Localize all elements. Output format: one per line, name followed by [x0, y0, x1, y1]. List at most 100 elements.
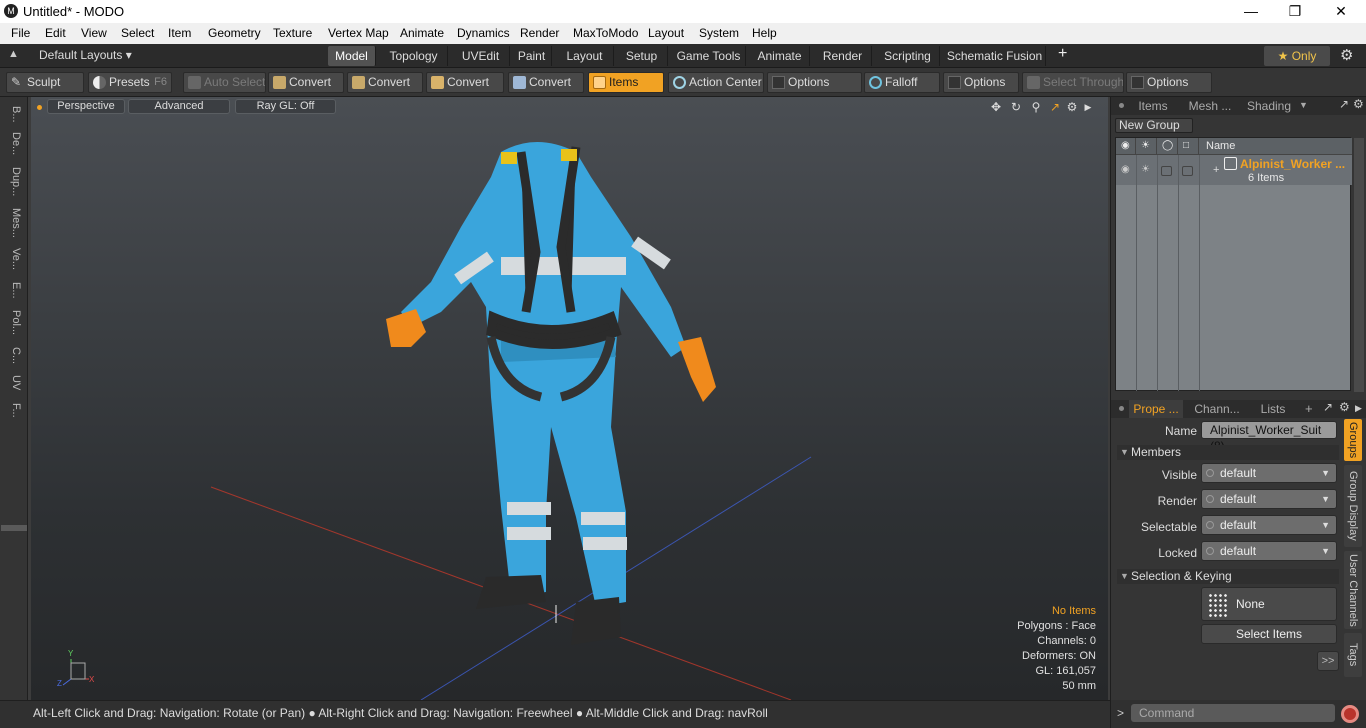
layout-settings-icon[interactable]: ⚙: [1340, 46, 1353, 64]
menu-dynamics[interactable]: Dynamics: [457, 26, 510, 40]
convert-materials-button[interactable]: Convert: [508, 72, 584, 93]
tab-items[interactable]: Items: [1129, 97, 1177, 115]
palette-tab-basic[interactable]: B...: [4, 101, 22, 127]
tab-setup[interactable]: Setup: [616, 46, 668, 66]
panel-maximize-icon[interactable]: ↗: [1339, 97, 1349, 111]
minimize-button[interactable]: —: [1228, 0, 1274, 23]
palette-tab-fusion[interactable]: F...: [4, 397, 22, 423]
panel-dropdown-icon[interactable]: ▼: [1299, 100, 1308, 110]
menu-select[interactable]: Select: [121, 26, 154, 40]
menu-system[interactable]: System: [699, 26, 739, 40]
sculpt-button[interactable]: ✎ Sculpt: [6, 72, 84, 93]
panel-settings-icon[interactable]: ⚙: [1353, 97, 1364, 111]
menu-geometry[interactable]: Geometry: [208, 26, 261, 40]
tab-uvedit[interactable]: UVEdit: [452, 46, 510, 66]
rotate-view-icon[interactable]: ↻: [1009, 100, 1023, 114]
tab-paint[interactable]: Paint: [512, 46, 552, 66]
menu-maxtomodo[interactable]: MaxToModo: [573, 26, 638, 40]
tab-model[interactable]: Model: [328, 46, 376, 66]
falloff-options-button[interactable]: Options: [943, 72, 1019, 93]
side-tab-group-display[interactable]: Group Display: [1344, 465, 1362, 547]
auto-select-button[interactable]: Auto Select: [183, 72, 266, 93]
render-toggle-icon[interactable]: ☀: [1136, 138, 1157, 155]
palette-tab-vertex[interactable]: Ve...: [4, 245, 22, 273]
item-expand-toggle[interactable]: +: [1213, 164, 1219, 176]
tab-game-tools[interactable]: Game Tools: [672, 46, 746, 66]
fit-view-icon[interactable]: ↗: [1048, 100, 1062, 114]
side-tab-tags[interactable]: Tags: [1344, 633, 1362, 677]
item-render-icon[interactable]: ☀: [1141, 164, 1150, 175]
menu-layout[interactable]: Layout: [648, 26, 684, 40]
record-macro-icon[interactable]: [1341, 705, 1359, 723]
group-name-field[interactable]: Alpinist_Worker_Suit (8): [1201, 421, 1337, 453]
groups-item-list[interactable]: ◉ ☀ ◯ □ Name ◉ ☀ + Alpinist_Worker ... 6…: [1115, 137, 1364, 392]
viewport-menu-dot-icon[interactable]: [37, 105, 42, 110]
palette-tab-curve[interactable]: C...: [4, 343, 22, 369]
side-tab-user-channels[interactable]: User Channels: [1344, 551, 1362, 629]
maximize-button[interactable]: ❐: [1272, 0, 1318, 23]
menu-item[interactable]: Item: [168, 26, 191, 40]
palette-tab-deform[interactable]: De...: [4, 129, 22, 159]
palette-tab-uv[interactable]: UV: [4, 373, 22, 393]
tab-shading[interactable]: Shading: [1241, 97, 1297, 115]
select-through-button[interactable]: Select Through: [1022, 72, 1124, 93]
side-tab-groups[interactable]: Groups: [1344, 419, 1362, 461]
panel-dot-icon[interactable]: [1119, 103, 1124, 108]
members-section[interactable]: ▼ Members: [1117, 445, 1339, 460]
palette-tab-duplicate[interactable]: Dup...: [4, 163, 22, 201]
menu-view[interactable]: View: [81, 26, 107, 40]
action-center-options-button[interactable]: Options: [767, 72, 862, 93]
item-lock-checkbox[interactable]: [1182, 166, 1193, 176]
selection-keying-section[interactable]: ▼ Selection & Keying: [1117, 569, 1339, 584]
selectable-toggle-icon[interactable]: ◯: [1157, 138, 1178, 155]
command-input[interactable]: Command: [1131, 704, 1335, 722]
menu-texture[interactable]: Texture: [273, 26, 312, 40]
convert-polygons-button[interactable]: Convert: [426, 72, 504, 93]
tab-schematic-fusion[interactable]: Schematic Fusion: [944, 46, 1046, 66]
group-item-name[interactable]: Alpinist_Worker ...: [1240, 157, 1345, 171]
move-view-icon[interactable]: ✥: [989, 100, 1003, 114]
visible-dropdown[interactable]: default ▼: [1201, 463, 1337, 483]
render-dropdown[interactable]: default ▼: [1201, 489, 1337, 509]
view-menu-icon[interactable]: ▶: [1081, 100, 1095, 114]
tab-layout[interactable]: Layout: [556, 46, 614, 66]
menu-animate[interactable]: Animate: [400, 26, 444, 40]
add-layout-tab-button[interactable]: +: [1058, 45, 1067, 63]
tab-topology[interactable]: Topology: [380, 46, 448, 66]
menu-vertex-map[interactable]: Vertex Map: [328, 26, 389, 40]
menu-render[interactable]: Render: [520, 26, 559, 40]
menu-help[interactable]: Help: [752, 26, 777, 40]
layout-collapse-icon[interactable]: ▲: [8, 48, 19, 60]
view-settings-icon[interactable]: ⚙: [1065, 100, 1079, 114]
new-group-button[interactable]: New Group: [1115, 118, 1193, 133]
item-selectable-checkbox[interactable]: [1161, 166, 1172, 176]
menu-edit[interactable]: Edit: [45, 26, 66, 40]
selectable-dropdown[interactable]: default ▼: [1201, 515, 1337, 535]
palette-resize-handle[interactable]: [1, 525, 27, 531]
convert-vertices-button[interactable]: Convert: [268, 72, 344, 93]
visibility-eye-icon[interactable]: ◉: [1116, 138, 1136, 155]
expand-more-button[interactable]: >>: [1317, 651, 1339, 671]
item-visible-eye-icon[interactable]: ◉: [1121, 164, 1130, 175]
tab-mesh-ops[interactable]: Mesh ...: [1181, 97, 1239, 115]
none-select-button[interactable]: None: [1201, 587, 1337, 621]
close-button[interactable]: ✕: [1318, 0, 1364, 23]
default-layouts-dropdown[interactable]: Default Layouts ▾: [39, 48, 132, 62]
locked-dropdown[interactable]: default ▼: [1201, 541, 1337, 561]
palette-tab-polygon[interactable]: Pol...: [4, 307, 22, 339]
lock-toggle-icon[interactable]: □: [1178, 138, 1199, 155]
presets-button[interactable]: Presets F6: [88, 72, 172, 93]
ray-gl-button[interactable]: Ray GL: Off: [235, 99, 336, 114]
tab-render[interactable]: Render: [814, 46, 872, 66]
perspective-button[interactable]: Perspective: [47, 99, 125, 114]
select-options-button[interactable]: Options: [1126, 72, 1212, 93]
menu-file[interactable]: File: [11, 26, 30, 40]
action-center-button[interactable]: Action Center: [668, 72, 764, 93]
zoom-view-icon[interactable]: ⚲: [1029, 100, 1043, 114]
palette-tab-edge[interactable]: E...: [4, 277, 22, 303]
palette-tab-mesh-edit[interactable]: Mes...: [4, 205, 22, 241]
tab-animate[interactable]: Animate: [750, 46, 810, 66]
convert-edges-button[interactable]: Convert: [347, 72, 423, 93]
advanced-shading-button[interactable]: Advanced: [128, 99, 230, 114]
only-toggle[interactable]: ★ Only: [1264, 46, 1330, 66]
